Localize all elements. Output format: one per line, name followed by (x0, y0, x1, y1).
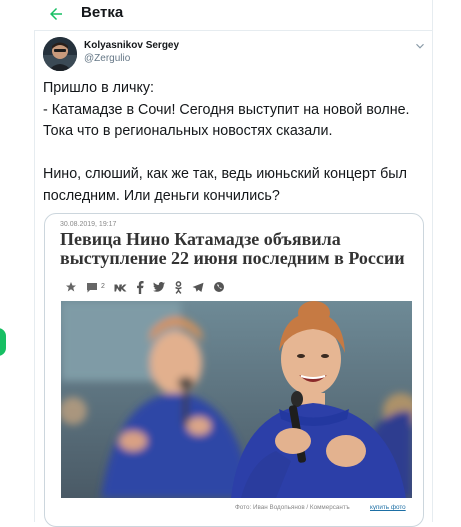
twitter-icon[interactable] (152, 282, 165, 292)
telegram-icon[interactable] (192, 282, 204, 293)
article-date: 30.08.2019, 19:17 (60, 221, 117, 228)
share-bar: 2 (65, 280, 225, 294)
left-column-border (34, 30, 35, 522)
photo-credit: Фото: Иван Водопьянов / Коммерсантъ (235, 504, 350, 511)
article-photo (61, 301, 412, 498)
right-column-border (432, 0, 433, 522)
odnoklassniki-icon[interactable] (174, 280, 183, 294)
author-handle[interactable]: @Zergulio (84, 53, 130, 64)
link-card[interactable]: 30.08.2019, 19:17 Певица Нино Катамадзе … (44, 213, 424, 527)
author-name[interactable]: Kolyasnikov Sergey (84, 40, 179, 51)
thread-header: Ветка (35, 0, 432, 31)
whatsapp-icon[interactable] (213, 281, 225, 293)
back-button[interactable] (43, 1, 69, 27)
side-action-button[interactable] (0, 328, 6, 356)
back-arrow-icon (50, 8, 62, 20)
vk-icon[interactable] (114, 283, 127, 292)
facebook-icon[interactable] (136, 280, 144, 294)
comment-icon[interactable] (86, 282, 98, 293)
chevron-down-icon[interactable] (413, 39, 427, 53)
tweet-text: Пришло в личку: - Катамадзе в Сочи! Сего… (43, 80, 410, 204)
bookmark-star-icon[interactable] (65, 281, 77, 293)
comment-count: 2 (101, 283, 105, 290)
page-title: Ветка (81, 4, 124, 21)
avatar[interactable] (43, 37, 77, 71)
buy-photo-link[interactable]: купить фото (370, 504, 406, 511)
article-title[interactable]: Певица Нино Катамадзе объявила выступлен… (60, 230, 415, 268)
